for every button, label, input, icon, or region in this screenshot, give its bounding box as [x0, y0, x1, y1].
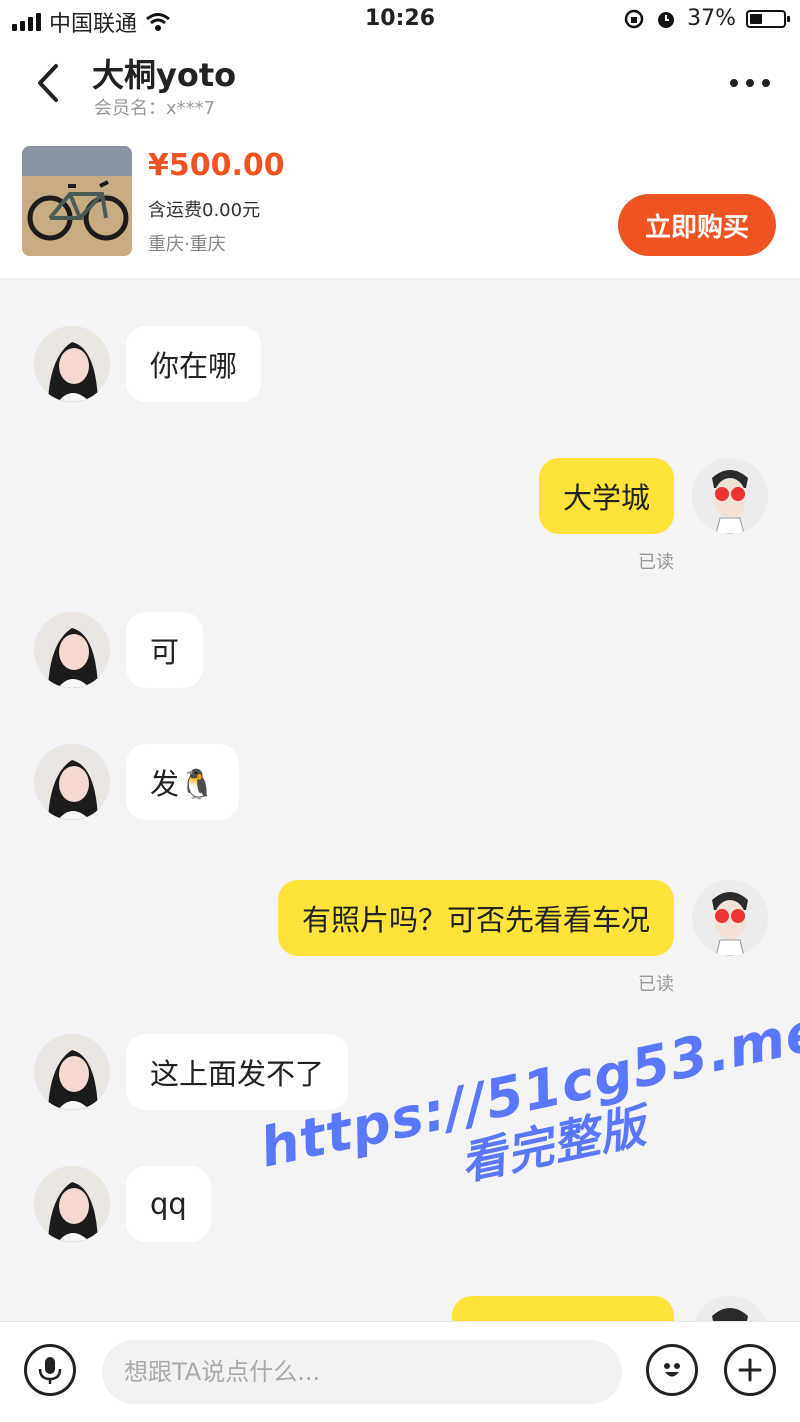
- seller-avatar[interactable]: [34, 1034, 110, 1110]
- seller-avatar[interactable]: [34, 612, 110, 688]
- voice-button[interactable]: [24, 1344, 76, 1396]
- shipping-fee: 含运费0.00元: [148, 200, 261, 221]
- status-bar: 中国联通 10:26 37%: [0, 0, 800, 40]
- message-bubble[interactable]: 你在哪: [126, 326, 262, 402]
- buy-now-button[interactable]: 立即购买: [618, 194, 776, 256]
- alarm-icon: [658, 11, 675, 28]
- rotation-lock-icon: [624, 9, 644, 28]
- emoji-button[interactable]: [646, 1344, 698, 1396]
- product-price: ¥500.00: [148, 148, 285, 183]
- message-bubble[interactable]: 大学城: [538, 458, 674, 534]
- my-avatar[interactable]: [692, 880, 768, 956]
- my-avatar[interactable]: [692, 1296, 768, 1322]
- product-card[interactable]: ¥500.00 含运费0.00元 重庆·重庆 立即购买: [0, 130, 800, 279]
- battery-icon: [746, 9, 790, 28]
- message-bubble[interactable]: 可: [126, 612, 204, 688]
- member-id: 会员名：x***7: [94, 98, 216, 119]
- smiley-icon: [664, 1363, 680, 1377]
- battery-percent: 37%: [687, 6, 736, 31]
- seller-avatar[interactable]: [34, 1166, 110, 1242]
- my-avatar[interactable]: [692, 458, 768, 534]
- product-thumbnail-bicycle[interactable]: [22, 146, 132, 256]
- message-bubble[interactable]: 这上面发不了: [126, 1034, 349, 1110]
- more-options-icon[interactable]: [728, 68, 772, 98]
- message-bubble[interactable]: 发🐧: [126, 744, 240, 820]
- input-bar: [0, 1321, 800, 1422]
- product-location: 重庆·重庆: [148, 234, 226, 255]
- message-bubble[interactable]: qq: [126, 1166, 211, 1242]
- plus-icon: [738, 1358, 762, 1382]
- read-status: 已读: [638, 974, 674, 995]
- contact-name: 大桐yoto: [92, 56, 237, 94]
- seller-avatar[interactable]: [34, 744, 110, 820]
- chat-header: 大桐yoto 会员名：x***7: [0, 40, 800, 130]
- microphone-icon: [38, 1357, 62, 1384]
- read-status: 已读: [638, 552, 674, 573]
- message-bubble[interactable]: 有照片吗？可否先看看车况: [277, 880, 674, 956]
- seller-avatar[interactable]: [34, 326, 110, 402]
- message-outgoing-partial: [0, 1296, 800, 1322]
- message-input[interactable]: [102, 1340, 622, 1404]
- add-button[interactable]: [724, 1344, 776, 1396]
- message-bubble-partial[interactable]: [452, 1296, 674, 1322]
- back-arrow-icon[interactable]: [28, 58, 68, 108]
